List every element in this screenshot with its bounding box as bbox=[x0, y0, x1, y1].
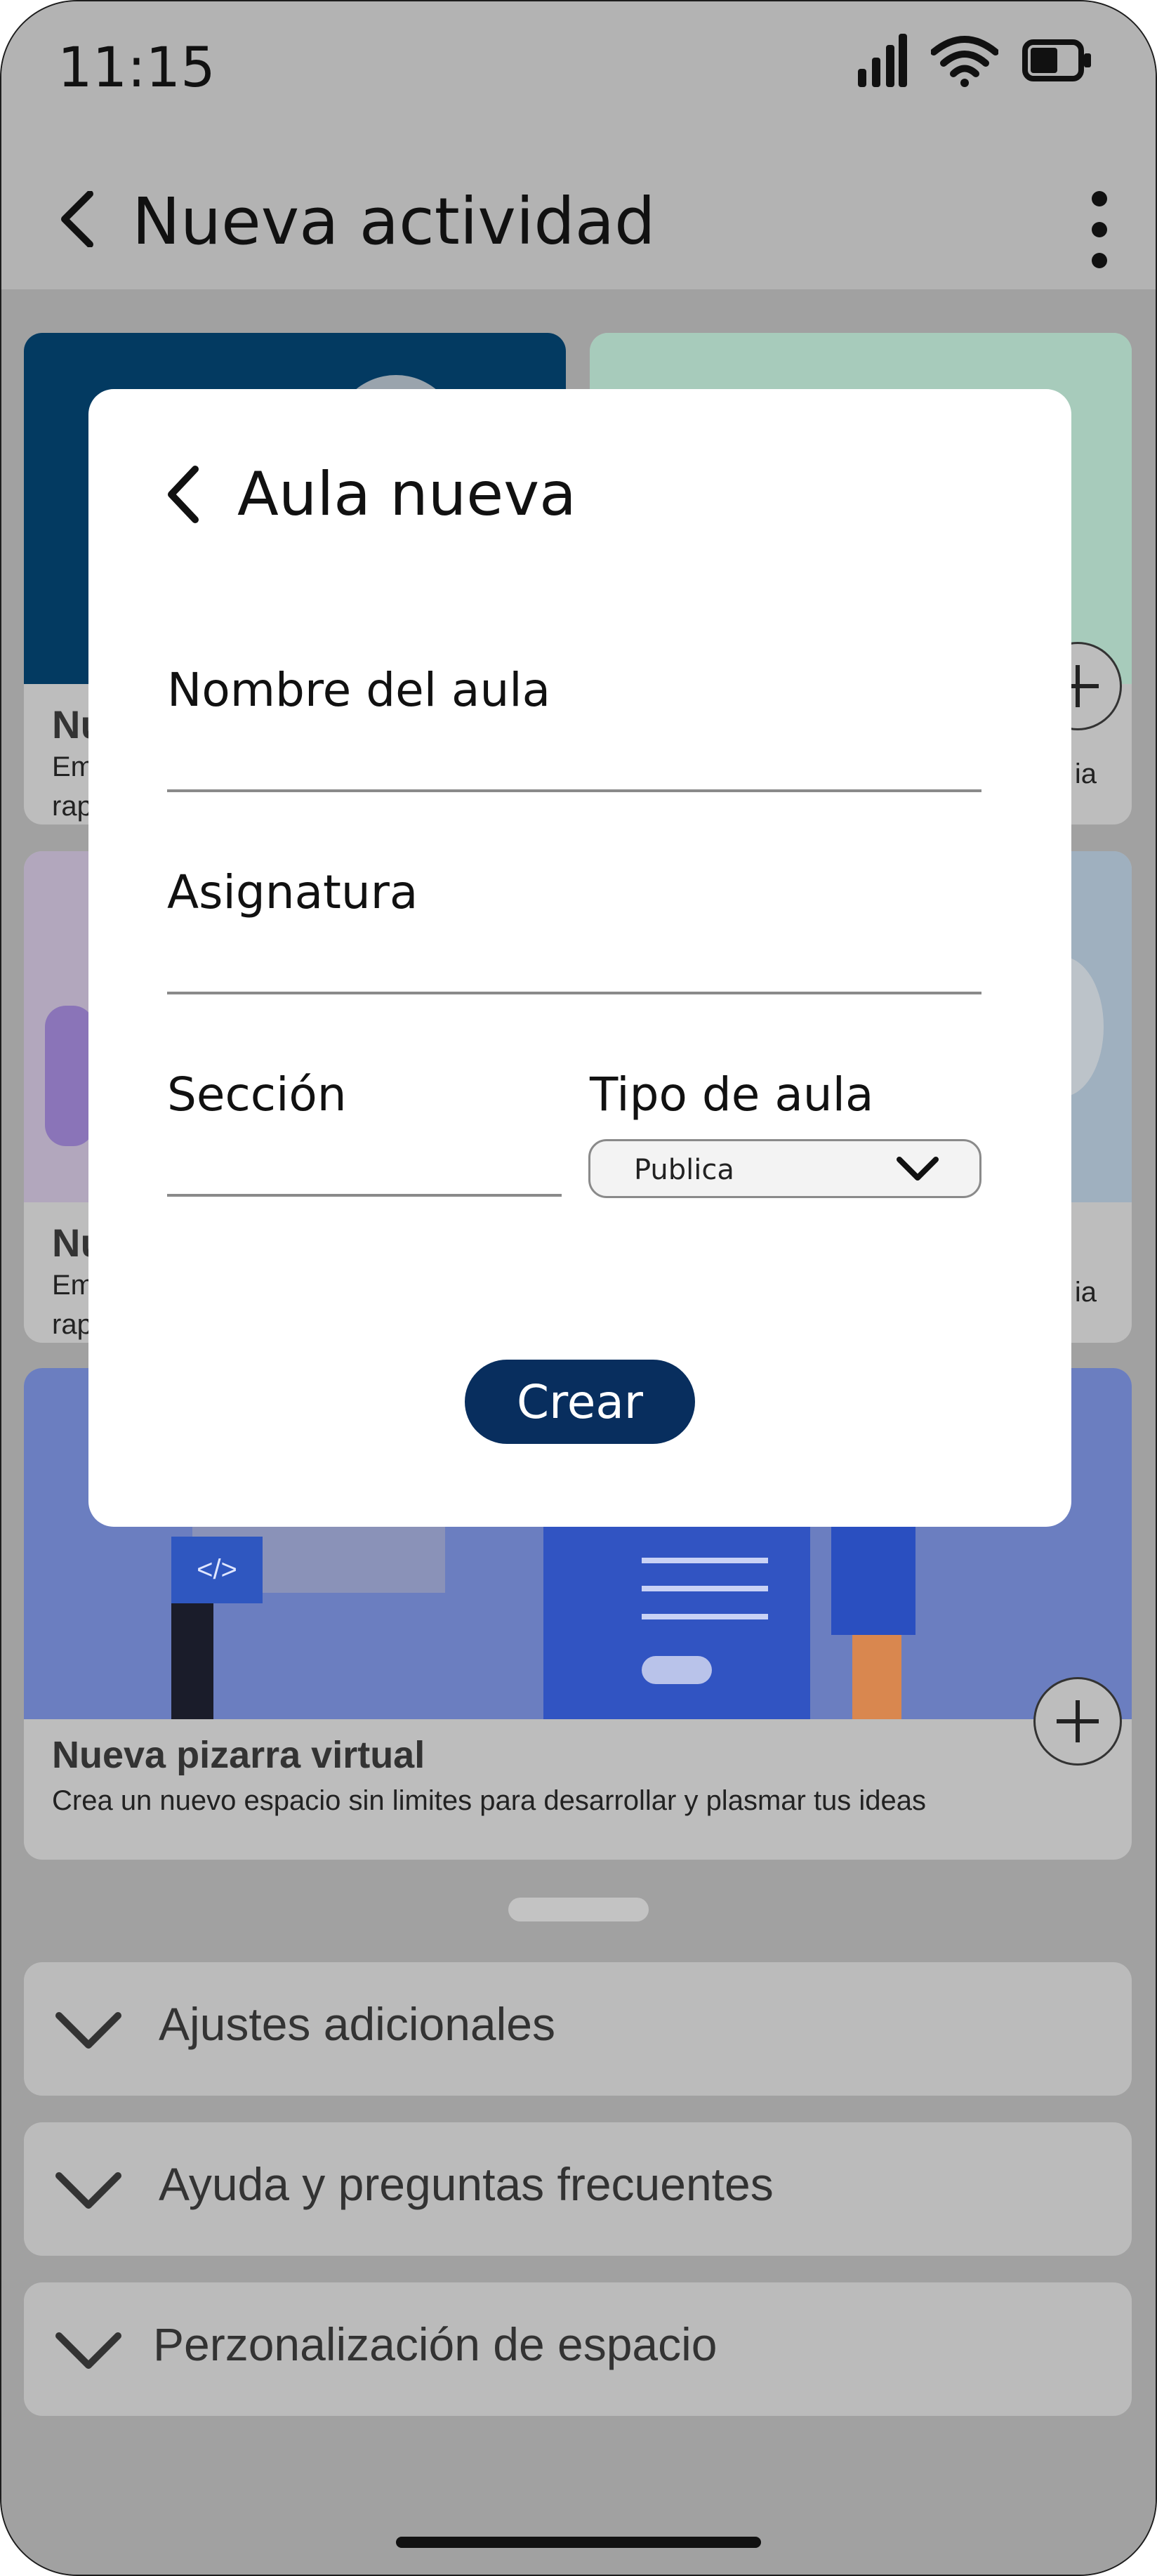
classroom-name-label: Nombre del aula bbox=[167, 663, 551, 717]
dialog-title: Aula nueva bbox=[237, 459, 576, 530]
chevron-down-icon bbox=[55, 2332, 121, 2369]
card-description: ia bbox=[1074, 758, 1097, 789]
chevron-down-icon bbox=[897, 1157, 939, 1181]
new-classroom-dialog: Aula nueva Nombre del aula Asignatura Se… bbox=[88, 389, 1071, 1527]
accordion-help-faq[interactable]: Ayuda y preguntas frecuentes bbox=[24, 2122, 1132, 2256]
phone-frame: 11:15 Nueva actividad Nu Em rap ia Nu Em… bbox=[0, 0, 1157, 2576]
classroom-type-label: Tipo de aula bbox=[590, 1067, 874, 1122]
home-indicator[interactable] bbox=[396, 2537, 761, 2548]
signal-icon bbox=[858, 34, 907, 87]
classroom-type-value: Publica bbox=[634, 1154, 734, 1186]
section-label: Sección bbox=[167, 1067, 347, 1122]
subject-label: Asignatura bbox=[167, 865, 418, 919]
more-options-icon[interactable] bbox=[1078, 191, 1120, 268]
create-button[interactable]: Crear bbox=[465, 1360, 695, 1444]
back-arrow-icon[interactable] bbox=[51, 191, 107, 247]
add-icon[interactable] bbox=[1033, 1677, 1122, 1766]
status-bar: 11:15 bbox=[1, 1, 1156, 135]
card-description: ia bbox=[1074, 1277, 1097, 1308]
code-tag: </> bbox=[171, 1537, 263, 1603]
accordion-additional-settings[interactable]: Ajustes adicionales bbox=[24, 1962, 1132, 2096]
classroom-name-input[interactable] bbox=[167, 789, 981, 792]
section-input[interactable] bbox=[167, 1194, 562, 1197]
card-description: Crea un nuevo espacio sin limites para d… bbox=[52, 1785, 927, 1816]
card-title: Nueva pizarra virtual bbox=[52, 1734, 425, 1776]
wifi-icon bbox=[931, 36, 998, 87]
chevron-down-icon bbox=[55, 2172, 121, 2209]
accordion-label: Perzonalización de espacio bbox=[153, 2318, 718, 2370]
app-bar: Nueva actividad bbox=[1, 135, 1156, 289]
chevron-down-icon bbox=[55, 2012, 121, 2049]
card-description: Em rap bbox=[52, 751, 94, 822]
classroom-type-select[interactable]: Publica bbox=[588, 1139, 981, 1198]
page-title: Nueva actividad bbox=[132, 184, 656, 259]
card-description: Em rap bbox=[52, 1270, 94, 1340]
back-arrow-icon[interactable] bbox=[159, 459, 208, 530]
status-icons bbox=[858, 34, 1092, 87]
battery-icon bbox=[1022, 39, 1091, 81]
accordion-label: Ajustes adicionales bbox=[159, 1998, 555, 2050]
accordion-label: Ayuda y preguntas frecuentes bbox=[159, 2158, 774, 2210]
status-time: 11:15 bbox=[58, 37, 216, 100]
drag-handle[interactable] bbox=[508, 1898, 649, 1921]
subject-input[interactable] bbox=[167, 992, 981, 994]
accordion-space-personalization[interactable]: Perzonalización de espacio bbox=[24, 2282, 1132, 2416]
